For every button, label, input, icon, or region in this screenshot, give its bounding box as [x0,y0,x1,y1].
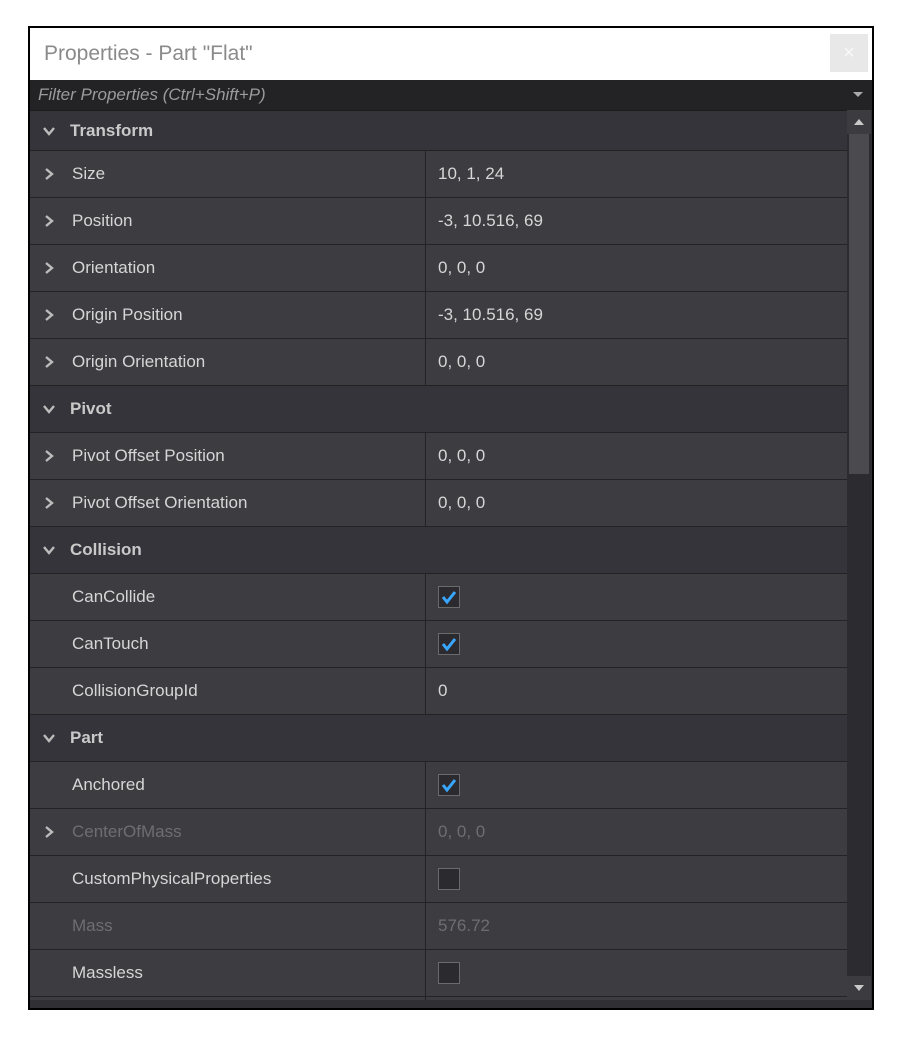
property-row-pivot-offset-position[interactable]: Pivot Offset Position 0, 0, 0 [30,433,847,480]
property-value: 0, 0, 0 [426,809,847,855]
section-header-collision[interactable]: Collision [30,527,847,574]
property-row-rootpriority[interactable]: RootPriority 0 [30,997,847,1000]
section-title: Part [70,728,103,748]
checkmark-icon [440,588,458,606]
property-value[interactable]: -3, 10.516, 69 [426,292,847,338]
property-label: Orientation [72,258,155,278]
chevron-up-icon [853,118,865,126]
property-row-anchored[interactable]: Anchored [30,762,847,809]
properties-panel: Properties - Part "Flat" × Transform Siz… [28,26,874,1010]
property-row-position[interactable]: Position -3, 10.516, 69 [30,198,847,245]
property-value[interactable]: 0 [426,997,847,1000]
filter-dropdown-button[interactable] [844,80,872,110]
title-bar: Properties - Part "Flat" × [30,28,872,80]
property-label: Massless [72,963,143,983]
close-icon: × [843,42,855,65]
property-value[interactable]: 0, 0, 0 [426,339,847,385]
property-label: CollisionGroupId [72,681,198,701]
panel-title: Properties - Part "Flat" [30,42,253,66]
chevron-down-icon [852,91,864,99]
property-value[interactable]: 0, 0, 0 [426,480,847,526]
scroll-track[interactable] [847,134,871,976]
property-label: Mass [72,916,113,936]
checkmark-icon [440,776,458,794]
checkmark-icon [440,635,458,653]
chevron-down-icon [38,539,60,561]
property-row-customphysicalproperties[interactable]: CustomPhysicalProperties [30,856,847,903]
property-label: Origin Position [72,305,183,325]
checkbox-anchored[interactable] [438,774,460,796]
filter-input[interactable] [30,80,844,110]
property-value[interactable]: 0 [426,668,847,714]
property-value[interactable]: 10, 1, 24 [426,151,847,197]
chevron-right-icon[interactable] [38,445,60,467]
property-label: Pivot Offset Position [72,446,225,466]
checkbox-customphysicalproperties[interactable] [438,868,460,890]
properties-list: Transform Size 10, 1, 24 Position -3, 10… [30,110,847,1000]
property-label: Pivot Offset Orientation [72,493,247,513]
filter-bar [30,80,872,110]
section-header-pivot[interactable]: Pivot [30,386,847,433]
property-label: Position [72,211,132,231]
scroll-down-button[interactable] [847,976,871,1000]
close-button[interactable]: × [830,34,868,72]
chevron-right-icon[interactable] [38,304,60,326]
property-value[interactable]: 0, 0, 0 [426,245,847,291]
section-header-transform[interactable]: Transform [30,111,847,151]
property-label: CanCollide [72,587,155,607]
property-row-size[interactable]: Size 10, 1, 24 [30,151,847,198]
property-row-pivot-offset-orientation[interactable]: Pivot Offset Orientation 0, 0, 0 [30,480,847,527]
chevron-right-icon[interactable] [38,351,60,373]
chevron-right-icon[interactable] [38,210,60,232]
property-label: CenterOfMass [72,822,182,842]
chevron-right-icon[interactable] [38,821,60,843]
property-row-orientation[interactable]: Orientation 0, 0, 0 [30,245,847,292]
chevron-down-icon [853,984,865,992]
chevron-right-icon[interactable] [38,163,60,185]
property-label: CanTouch [72,634,149,654]
checkbox-cancollide[interactable] [438,586,460,608]
checkbox-cantouch[interactable] [438,633,460,655]
property-row-cantouch[interactable]: CanTouch [30,621,847,668]
scrollbar[interactable] [847,110,871,1000]
scroll-thumb[interactable] [849,134,869,474]
chevron-down-icon [38,120,60,142]
property-value[interactable]: 0, 0, 0 [426,433,847,479]
property-label: Origin Orientation [72,352,205,372]
property-row-centerofmass: CenterOfMass 0, 0, 0 [30,809,847,856]
property-value: 576.72 [426,903,847,949]
section-title: Pivot [70,399,112,419]
chevron-right-icon[interactable] [38,257,60,279]
chevron-right-icon[interactable] [38,492,60,514]
section-header-part[interactable]: Part [30,715,847,762]
property-value[interactable]: -3, 10.516, 69 [426,198,847,244]
section-title: Collision [70,540,142,560]
property-label: Size [72,164,105,184]
chevron-down-icon [38,727,60,749]
checkbox-massless[interactable] [438,962,460,984]
property-row-mass: Mass 576.72 [30,903,847,950]
property-row-cancollide[interactable]: CanCollide [30,574,847,621]
property-row-origin-orientation[interactable]: Origin Orientation 0, 0, 0 [30,339,847,386]
scroll-up-button[interactable] [847,110,871,134]
property-label: Anchored [72,775,145,795]
property-row-massless[interactable]: Massless [30,950,847,997]
section-title: Transform [70,121,153,141]
property-label: CustomPhysicalProperties [72,869,271,889]
chevron-down-icon [38,398,60,420]
property-row-collisiongroupid[interactable]: CollisionGroupId 0 [30,668,847,715]
property-row-origin-position[interactable]: Origin Position -3, 10.516, 69 [30,292,847,339]
